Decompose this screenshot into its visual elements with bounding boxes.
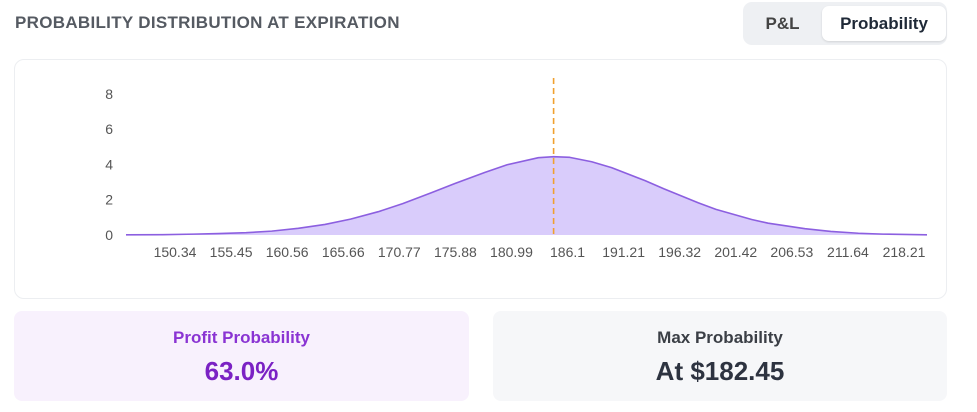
probability-chart-card: 0 2 4 6 8 150.34 155.45 160.56 165.66 170.77 175.8… [14,59,947,299]
x-tick-label: 165.66 [322,244,365,260]
x-tick-label: 170.77 [378,244,421,260]
y-tick-label: 4 [105,156,113,172]
y-tick-label: 8 [105,86,113,102]
view-toggle: P&L Probability [743,2,947,45]
profit-probability-label: Profit Probability [173,327,310,347]
y-tick-label: 2 [105,192,113,208]
y-tick-label: 6 [105,121,113,137]
max-probability-value: At $182.45 [655,355,785,386]
distribution-area [126,156,927,235]
profit-probability-value: 63.0% [204,355,279,386]
x-tick-label: 155.45 [210,244,253,260]
y-tick-label: 0 [105,227,113,243]
x-tick-label: 206.53 [770,244,813,260]
x-tick-label: 180.99 [490,244,533,260]
pnl-tab-button[interactable]: P&L [747,6,818,41]
page-title: PROBABILITY DISTRIBUTION AT EXPIRATION [15,13,400,32]
x-tick-label: 211.64 [827,244,869,260]
x-tick-label: 175.88 [434,244,477,260]
max-probability-card: Max Probability At $182.45 [493,311,947,401]
max-probability-label: Max Probability [657,327,783,347]
probability-distribution-chart: 0 2 4 6 8 150.34 155.45 160.56 165.66 170.77 175.8… [105,78,928,260]
x-tick-label: 186.1 [550,244,585,260]
x-tick-label: 201.42 [714,244,757,260]
x-tick-label: 218.21 [883,244,926,260]
probability-tab-button[interactable]: Probability [822,6,946,41]
x-tick-label: 196.32 [658,244,701,260]
profit-probability-card: Profit Probability 63.0% [14,311,469,401]
x-tick-label: 160.56 [266,244,309,260]
x-tick-label: 191.21 [602,244,645,260]
x-tick-label: 150.34 [154,244,197,260]
